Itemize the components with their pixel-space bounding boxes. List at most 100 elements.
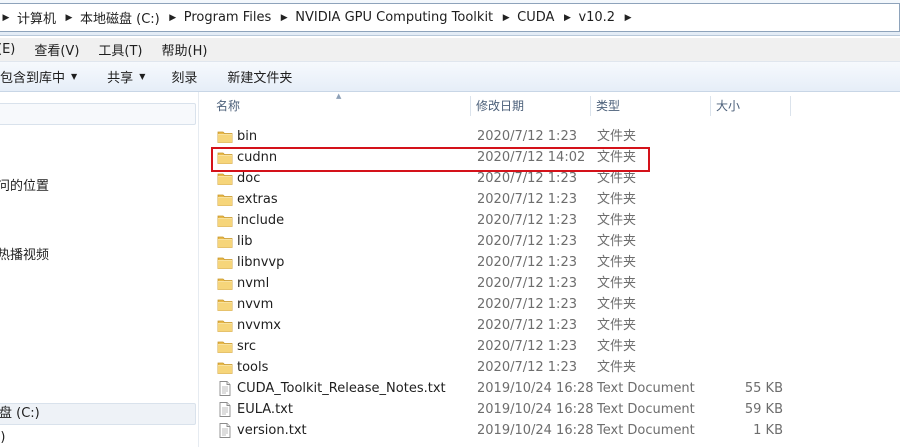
caret-down-icon: ▼ xyxy=(139,72,146,81)
file-name: lib xyxy=(237,234,253,249)
file-name: cudnn xyxy=(237,150,278,165)
folder-icon xyxy=(217,171,233,186)
file-date-modified: 2019/10/24 16:28 xyxy=(477,423,594,438)
folder-icon xyxy=(217,150,233,165)
file-row-nvvm[interactable]: nvvm 2020/7/12 1:23 文件夹 xyxy=(199,294,900,315)
share-label: 共享 xyxy=(107,71,134,86)
file-list: bin 2020/7/12 1:23 文件夹 cudnn 2020/7/12 14:02… xyxy=(199,126,900,441)
breadcrumb-computer[interactable]: 计算机 ▶ xyxy=(13,4,76,31)
file-row-extras[interactable]: extras 2020/7/12 1:23 文件夹 xyxy=(199,189,900,210)
new-folder-button[interactable]: 新建文件夹 xyxy=(216,67,303,86)
file-row-bin[interactable]: bin 2020/7/12 1:23 文件夹 xyxy=(199,126,900,147)
file-type: 文件夹 xyxy=(597,129,637,144)
menu-tools[interactable]: 工具(T) xyxy=(98,40,153,59)
nav-item-drive-c[interactable]: 盘 (C:) xyxy=(0,403,196,425)
breadcrumb-root[interactable]: ▶ xyxy=(0,4,13,31)
file-type: 文件夹 xyxy=(597,339,637,354)
breadcrumb-cuda[interactable]: CUDA ▶ xyxy=(513,4,574,31)
include-in-library-button[interactable]: 包含到库中 ▼ xyxy=(0,67,88,86)
file-row-include[interactable]: include 2020/7/12 1:23 文件夹 xyxy=(199,210,900,231)
file-name: EULA.txt xyxy=(237,402,293,417)
file-row-doc[interactable]: doc 2020/7/12 1:23 文件夹 xyxy=(199,168,900,189)
burn-button[interactable]: 刻录 xyxy=(160,67,208,86)
menu-help[interactable]: 帮助(H) xyxy=(162,40,219,59)
file-row-nvvmx[interactable]: nvvmx 2020/7/12 1:23 文件夹 xyxy=(199,315,900,336)
burn-label: 刻录 xyxy=(171,71,198,86)
file-size: 55 KB xyxy=(744,381,783,396)
include-in-library-label: 包含到库中 xyxy=(0,71,66,86)
folder-icon xyxy=(217,255,233,270)
chevron-right-icon[interactable]: ▶ xyxy=(560,13,574,23)
menu-view[interactable]: 查看(V) xyxy=(34,40,90,59)
chevron-right-icon[interactable]: ▶ xyxy=(499,13,513,23)
file-type: 文件夹 xyxy=(597,360,637,375)
file-row-lib[interactable]: lib 2020/7/12 1:23 文件夹 xyxy=(199,231,900,252)
file-date-modified: 2020/7/12 1:23 xyxy=(477,276,577,291)
column-header-name[interactable]: 名称 xyxy=(199,92,470,120)
nav-item-recent-places[interactable]: 问的位置 xyxy=(0,175,49,194)
file-date-modified: 2020/7/12 1:23 xyxy=(477,255,577,270)
file-type: 文件夹 xyxy=(597,150,637,165)
chevron-right-icon[interactable]: ▶ xyxy=(0,13,13,23)
file-name: tools xyxy=(237,360,269,375)
nav-selected-item[interactable] xyxy=(0,103,196,125)
file-name: doc xyxy=(237,171,261,186)
file-date-modified: 2020/7/12 1:23 xyxy=(477,339,577,354)
file-type: 文件夹 xyxy=(597,213,637,228)
file-type: 文件夹 xyxy=(597,318,637,333)
file-row-version-txt[interactable]: version.txt 2019/10/24 16:28 Text Document… xyxy=(199,420,900,441)
command-bar: 包含到库中 ▼ 共享 ▼ 刻录 新建文件夹 xyxy=(0,62,900,92)
column-header-type[interactable]: 类型 xyxy=(590,92,710,120)
breadcrumb-nvidia[interactable]: NVIDIA GPU Computing Toolkit ▶ xyxy=(291,4,513,31)
file-date-modified: 2020/7/12 1:23 xyxy=(477,171,577,186)
chevron-right-icon[interactable]: ▶ xyxy=(277,13,291,23)
file-row-eula-txt[interactable]: EULA.txt 2019/10/24 16:28 Text Document 59 … xyxy=(199,399,900,420)
new-folder-label: 新建文件夹 xyxy=(227,71,293,86)
share-button[interactable]: 共享 ▼ xyxy=(96,67,156,86)
file-type: Text Document xyxy=(597,402,695,417)
file-date-modified: 2020/7/12 1:23 xyxy=(477,360,577,375)
file-name: src xyxy=(237,339,256,354)
file-row-nvml[interactable]: nvml 2020/7/12 1:23 文件夹 xyxy=(199,273,900,294)
file-type: Text Document xyxy=(597,381,695,396)
file-name: CUDA_Toolkit_Release_Notes.txt xyxy=(237,381,446,396)
folder-icon xyxy=(217,192,233,207)
folder-icon xyxy=(217,339,233,354)
breadcrumb-v10-2[interactable]: v10.2 ▶ xyxy=(574,4,635,31)
column-header-size[interactable]: 大小 xyxy=(710,92,790,120)
address-bar[interactable]: ▶ 计算机 ▶ 本地磁盘 (C:) ▶ Program Files ▶ NVIDIA … xyxy=(0,3,900,32)
folder-icon xyxy=(217,360,233,375)
nav-item-drive-d[interactable]: :) xyxy=(0,430,5,445)
file-date-modified: 2020/7/12 1:23 xyxy=(477,234,577,249)
menu-edit[interactable]: (E) xyxy=(0,42,26,57)
file-date-modified: 2020/7/12 1:23 xyxy=(477,297,577,312)
file-name: include xyxy=(237,213,285,228)
file-date-modified: 2019/10/24 16:28 xyxy=(477,381,594,396)
file-row-libnvvp[interactable]: libnvvp 2020/7/12 1:23 文件夹 xyxy=(199,252,900,273)
breadcrumb-program-files[interactable]: Program Files ▶ xyxy=(180,4,292,31)
file-name: nvvm xyxy=(237,297,274,312)
menu-bar: (E) 查看(V) 工具(T) 帮助(H) xyxy=(0,38,900,62)
file-name: nvml xyxy=(237,276,270,291)
file-type: 文件夹 xyxy=(597,171,637,186)
file-size: 1 KB xyxy=(753,423,783,438)
file-row-cuda-toolkit-release-notes-txt[interactable]: CUDA_Toolkit_Release_Notes.txt 2019/10/24… xyxy=(199,378,900,399)
breadcrumb-label: v10.2 xyxy=(578,10,616,25)
file-row-cudnn[interactable]: cudnn 2020/7/12 14:02 文件夹 xyxy=(199,147,900,168)
file-row-src[interactable]: src 2020/7/12 1:23 文件夹 xyxy=(199,336,900,357)
file-type: 文件夹 xyxy=(597,276,637,291)
column-divider[interactable] xyxy=(790,96,791,116)
chevron-right-icon[interactable]: ▶ xyxy=(621,13,635,23)
breadcrumb-drive-c[interactable]: 本地磁盘 (C:) ▶ xyxy=(76,4,180,31)
chevron-right-icon[interactable]: ▶ xyxy=(62,13,76,23)
chevron-right-icon[interactable]: ▶ xyxy=(166,13,180,23)
caret-down-icon: ▼ xyxy=(71,72,78,81)
nav-item-hot-videos[interactable]: 热播视频 xyxy=(0,244,49,263)
file-date-modified: 2020/7/12 1:23 xyxy=(477,318,577,333)
column-headers: ▲ 名称 修改日期 类型 大小 xyxy=(199,92,900,120)
file-type: Text Document xyxy=(597,423,695,438)
file-row-tools[interactable]: tools 2020/7/12 1:23 文件夹 xyxy=(199,357,900,378)
folder-icon xyxy=(217,297,233,312)
column-header-date-modified[interactable]: 修改日期 xyxy=(470,92,590,120)
folder-icon xyxy=(217,234,233,249)
